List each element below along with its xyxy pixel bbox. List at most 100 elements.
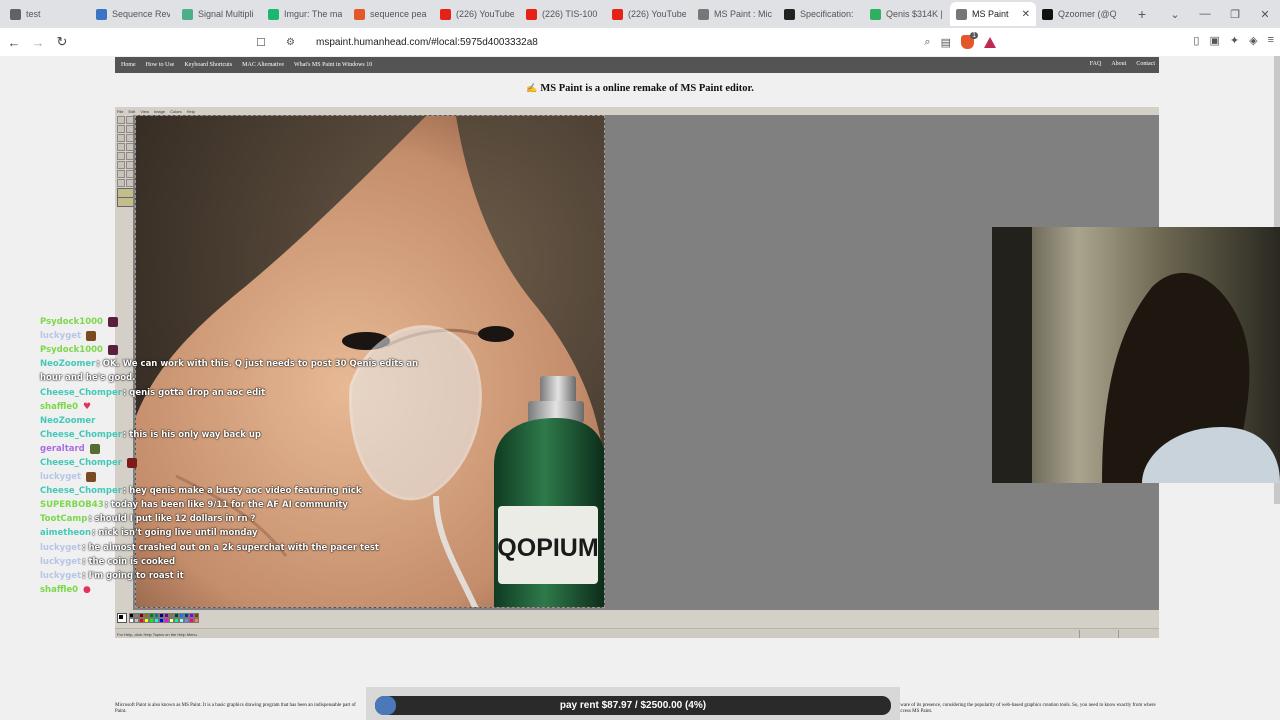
chat-username[interactable]: Cheese_Chomper [40,388,122,398]
canvas-label: QOPIUM [497,534,598,562]
chat-username[interactable]: aimetheon [40,528,91,538]
leo-ai-icon[interactable]: ✦ [1230,34,1239,47]
chat-username[interactable]: Psydock1000 [40,317,103,327]
chat-username[interactable]: luckyget [40,557,81,567]
bookmark-icon[interactable]: ☐ [256,36,266,49]
paint-menu-item[interactable]: Colors [170,109,182,114]
site-nav-link[interactable]: Contact [1136,61,1155,67]
paint-tool-button[interactable] [117,125,125,133]
chat-username[interactable]: shaffle0 [40,402,78,412]
paint-tool-button[interactable] [117,116,125,124]
browser-tab[interactable]: Sequence Reve [90,2,176,26]
color-swatch[interactable] [194,618,199,623]
browser-tab[interactable]: (226) YouTube [606,2,692,26]
browser-tab[interactable]: Qzoomer (@Q [1036,2,1122,26]
maximize-button[interactable]: ❐ [1220,8,1250,21]
brave-shields-icon[interactable]: 1 [961,32,978,49]
paint-menu-item[interactable]: View [140,109,149,114]
menu-icon[interactable]: ≡ [1268,34,1274,47]
chat-text: : qenis gotta drop an aoc edit [122,387,266,398]
page-headline: ✍ MS Paint is a online remake of MS Paint… [0,83,1280,94]
site-nav-link[interactable]: How to Use [146,62,175,68]
tab-label: (226) TIS-100 [542,9,598,19]
browser-tab[interactable]: sequence pea [348,2,434,26]
browser-tab[interactable]: Imgur: The ma [262,2,348,26]
tab-favicon-icon [612,8,623,20]
tab-label: Sequence Reve [112,9,170,19]
tab-favicon-icon [870,8,881,20]
chat-username[interactable]: Cheese_Chomper [40,458,122,468]
site-nav-link[interactable]: MAC Alternative [242,62,284,68]
paint-tool-button[interactable] [117,143,125,151]
chat-text: hour and he's good. [40,373,136,384]
chat-username[interactable]: luckyget [40,472,81,482]
minimize-button[interactable]: — [1190,8,1220,20]
browser-tab[interactable]: test [4,2,90,26]
chat-username[interactable]: shaffle0 [40,585,78,595]
intro-text-right: unaware of its presence, considering the… [893,703,1156,714]
paint-tool-button[interactable] [117,170,125,178]
zoom-icon[interactable]: ⌕ [924,36,930,49]
status-text: For Help, click Help Topics on the Help … [117,632,198,637]
tab-label: Imgur: The ma [284,9,342,19]
brave-rewards-icon[interactable] [984,36,996,48]
chat-username[interactable]: luckyget [40,331,81,341]
chat-username[interactable]: geraltard [40,444,85,454]
chat-username[interactable]: luckyget [40,571,81,581]
intro-text-left-2: Paint. [115,709,127,714]
site-nav-link[interactable]: Keyboard Shortcuts [184,62,232,68]
current-colors[interactable] [117,613,127,623]
paint-tool-button[interactable] [117,152,125,160]
tab-label: MS Paint [972,9,1009,19]
chat-username[interactable]: Psydock1000 [40,345,103,355]
paint-tool-button[interactable] [117,134,125,142]
chat-emote-icon [86,331,97,342]
tab-search-icon[interactable]: ⌄ [1160,8,1190,21]
new-tab-button[interactable]: + [1132,6,1152,22]
browser-tab[interactable]: MS Paint : Mic [692,2,778,26]
paint-menu-item[interactable]: Image [154,109,165,114]
site-nav-link[interactable]: FAQ [1090,61,1102,67]
chat-username[interactable]: luckyget [40,543,81,553]
browser-tab[interactable]: (226) YouTube [434,2,520,26]
back-button[interactable]: ← [4,35,24,50]
paint-menu-item[interactable]: File [117,109,123,114]
paint-tool-button[interactable] [117,179,125,187]
chat-username[interactable]: SUPERBOB43 [40,500,104,510]
webcam-overlay [992,227,1280,483]
chat-message: Cheese_Chomper: qenis gotta drop an aoc … [40,385,420,399]
chat-text: : today has been like 9/11 for the AF AI… [104,500,348,511]
sidebar-icon[interactable]: ▯ [1193,34,1199,47]
browser-tab[interactable]: Specification: [778,2,864,26]
browser-tab[interactable]: Qenis $314K | [864,2,950,26]
chat-username[interactable]: NeoZoomer [40,416,95,426]
paint-tool-button[interactable] [117,161,125,169]
browser-tab[interactable]: Signal Multipli [176,2,262,26]
color-palette [115,611,1159,625]
chat-message: NeoZoomer: OK. We can work with this. Q … [40,357,420,371]
forward-button[interactable]: → [28,35,48,50]
close-window-button[interactable]: ✕ [1250,8,1280,21]
close-tab-icon[interactable]: ✕ [1022,9,1030,20]
site-info-icon[interactable]: ⚙ [286,37,295,48]
vpn-icon[interactable]: ◈ [1249,34,1257,47]
paint-menu-item[interactable]: Edit [128,109,135,114]
chat-username[interactable]: Cheese_Chomper [40,486,122,496]
tab-label: test [26,9,41,19]
browser-tab[interactable]: MS Paint ✕ [950,2,1036,26]
site-nav-link[interactable]: About [1111,61,1126,67]
site-nav-link[interactable]: What's MS Paint in Windows 10 [294,62,372,68]
url-text[interactable]: mspaint.humanhead.com/#local:5975d400333… [316,37,538,48]
tab-label: Qenis $314K | [886,9,943,19]
address-bar[interactable]: ☐ ⚙ mspaint.humanhead.com/#local:5975d40… [256,32,996,52]
reader-mode-icon[interactable]: ▤ [941,36,951,49]
paint-menu-item[interactable]: Help [187,109,195,114]
site-nav-link[interactable]: Home [121,62,136,68]
chat-username[interactable]: Cheese_Chomper [40,430,122,440]
reload-button[interactable]: ↻ [52,34,72,50]
chat-username[interactable]: NeoZoomer [40,359,95,369]
tool-option-box[interactable] [117,197,134,207]
browser-tab[interactable]: (226) TIS-100 [520,2,606,26]
chat-username[interactable]: TootCamp [40,514,87,524]
wallet-icon[interactable]: ▣ [1209,34,1219,47]
